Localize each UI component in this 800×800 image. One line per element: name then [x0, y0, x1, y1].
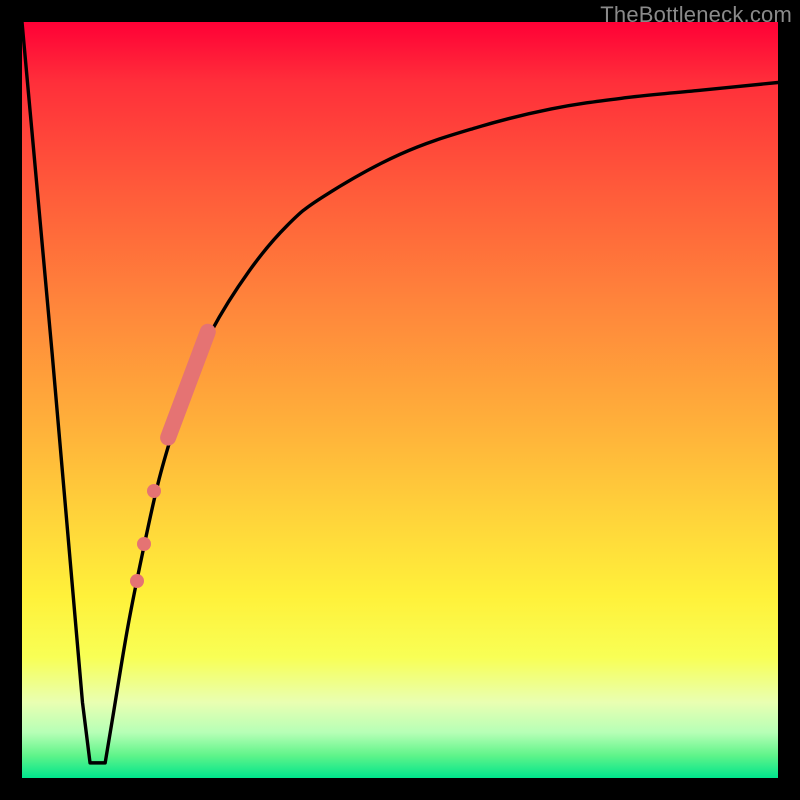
plot-area	[22, 22, 778, 778]
bottleneck-curve	[22, 22, 778, 778]
highlight-dot	[147, 484, 161, 498]
chart-frame: TheBottleneck.com	[0, 0, 800, 800]
watermark-text: TheBottleneck.com	[600, 2, 792, 28]
